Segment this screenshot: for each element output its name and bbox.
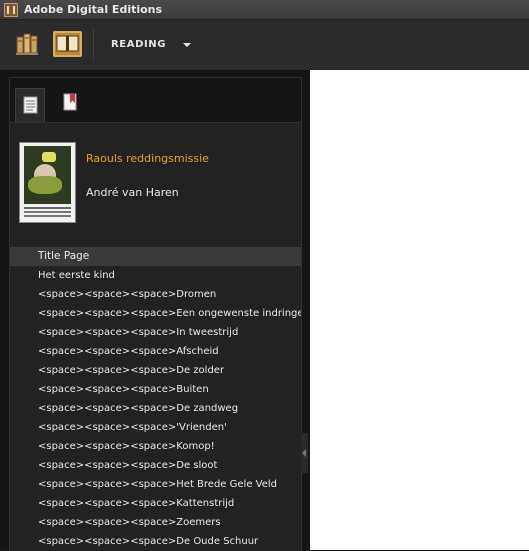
navigation-panel: Raouls reddingsmissie André van Haren Ti… — [0, 70, 309, 551]
toc-item[interactable]: <space><space><space>Zoemers — [10, 513, 301, 532]
toc-list-icon — [23, 96, 38, 114]
library-view-button[interactable] — [15, 32, 41, 56]
toc-item[interactable]: <space><space><space>In tweestrijd — [10, 323, 301, 342]
toc-item[interactable]: <space><space><space>Buiten — [10, 380, 301, 399]
bookmark-icon — [63, 93, 77, 111]
cover-illustration — [24, 146, 71, 204]
window-title: Adobe Digital Editions — [24, 3, 163, 16]
table-of-contents-list: Title Page Het eerste kind <space><space… — [10, 247, 301, 551]
toc-item[interactable]: <space><space><space>Komop! — [10, 437, 301, 456]
toc-item[interactable]: <space><space><space>De Oude Schuur — [10, 532, 301, 551]
toc-item[interactable]: <space><space><space>Afscheid — [10, 342, 301, 361]
toc-item[interactable]: Title Page — [10, 247, 301, 266]
reading-pane[interactable] — [310, 70, 529, 550]
toolbar-separator — [93, 28, 94, 62]
toc-item[interactable]: <space><space><space>De zandweg — [10, 399, 301, 418]
toc-item[interactable]: <space><space><space>Het Brede Gele Veld — [10, 475, 301, 494]
toc-item[interactable]: <space><space><space>De sloot — [10, 456, 301, 475]
cover-caption — [24, 207, 71, 209]
toc-item[interactable]: <space><space><space>Een ongewenste indr… — [10, 304, 301, 323]
tab-bookmarks[interactable] — [55, 88, 85, 122]
library-books-icon — [16, 33, 38, 55]
toc-item[interactable]: Het eerste kind — [10, 266, 301, 285]
chevron-down-icon[interactable] — [180, 40, 194, 50]
toc-item[interactable]: <space><space><space>De zolder — [10, 361, 301, 380]
tab-table-of-contents[interactable] — [15, 88, 45, 122]
app-icon — [4, 2, 18, 17]
book-title: Raouls reddingsmissie — [86, 152, 209, 165]
toc-item[interactable]: <space><space><space>'Vrienden' — [10, 418, 301, 437]
panel-tabbar — [10, 78, 301, 123]
open-book-icon — [56, 35, 79, 52]
panel-content: Raouls reddingsmissie André van Haren Ti… — [9, 77, 302, 551]
reading-view-button[interactable] — [53, 31, 82, 57]
toc-item[interactable]: <space><space><space>Kattenstrijd — [10, 494, 301, 513]
main-toolbar: READING — [0, 20, 529, 71]
book-author: André van Haren — [86, 186, 179, 199]
panel-collapse-handle[interactable] — [301, 433, 308, 473]
toc-item[interactable]: <space><space><space>Dromen — [10, 285, 301, 304]
book-cover-thumbnail — [19, 142, 76, 223]
title-bar: Adobe Digital Editions — [0, 0, 529, 20]
view-mode-label: READING — [111, 39, 167, 50]
book-info: Raouls reddingsmissie André van Haren — [10, 123, 301, 243]
